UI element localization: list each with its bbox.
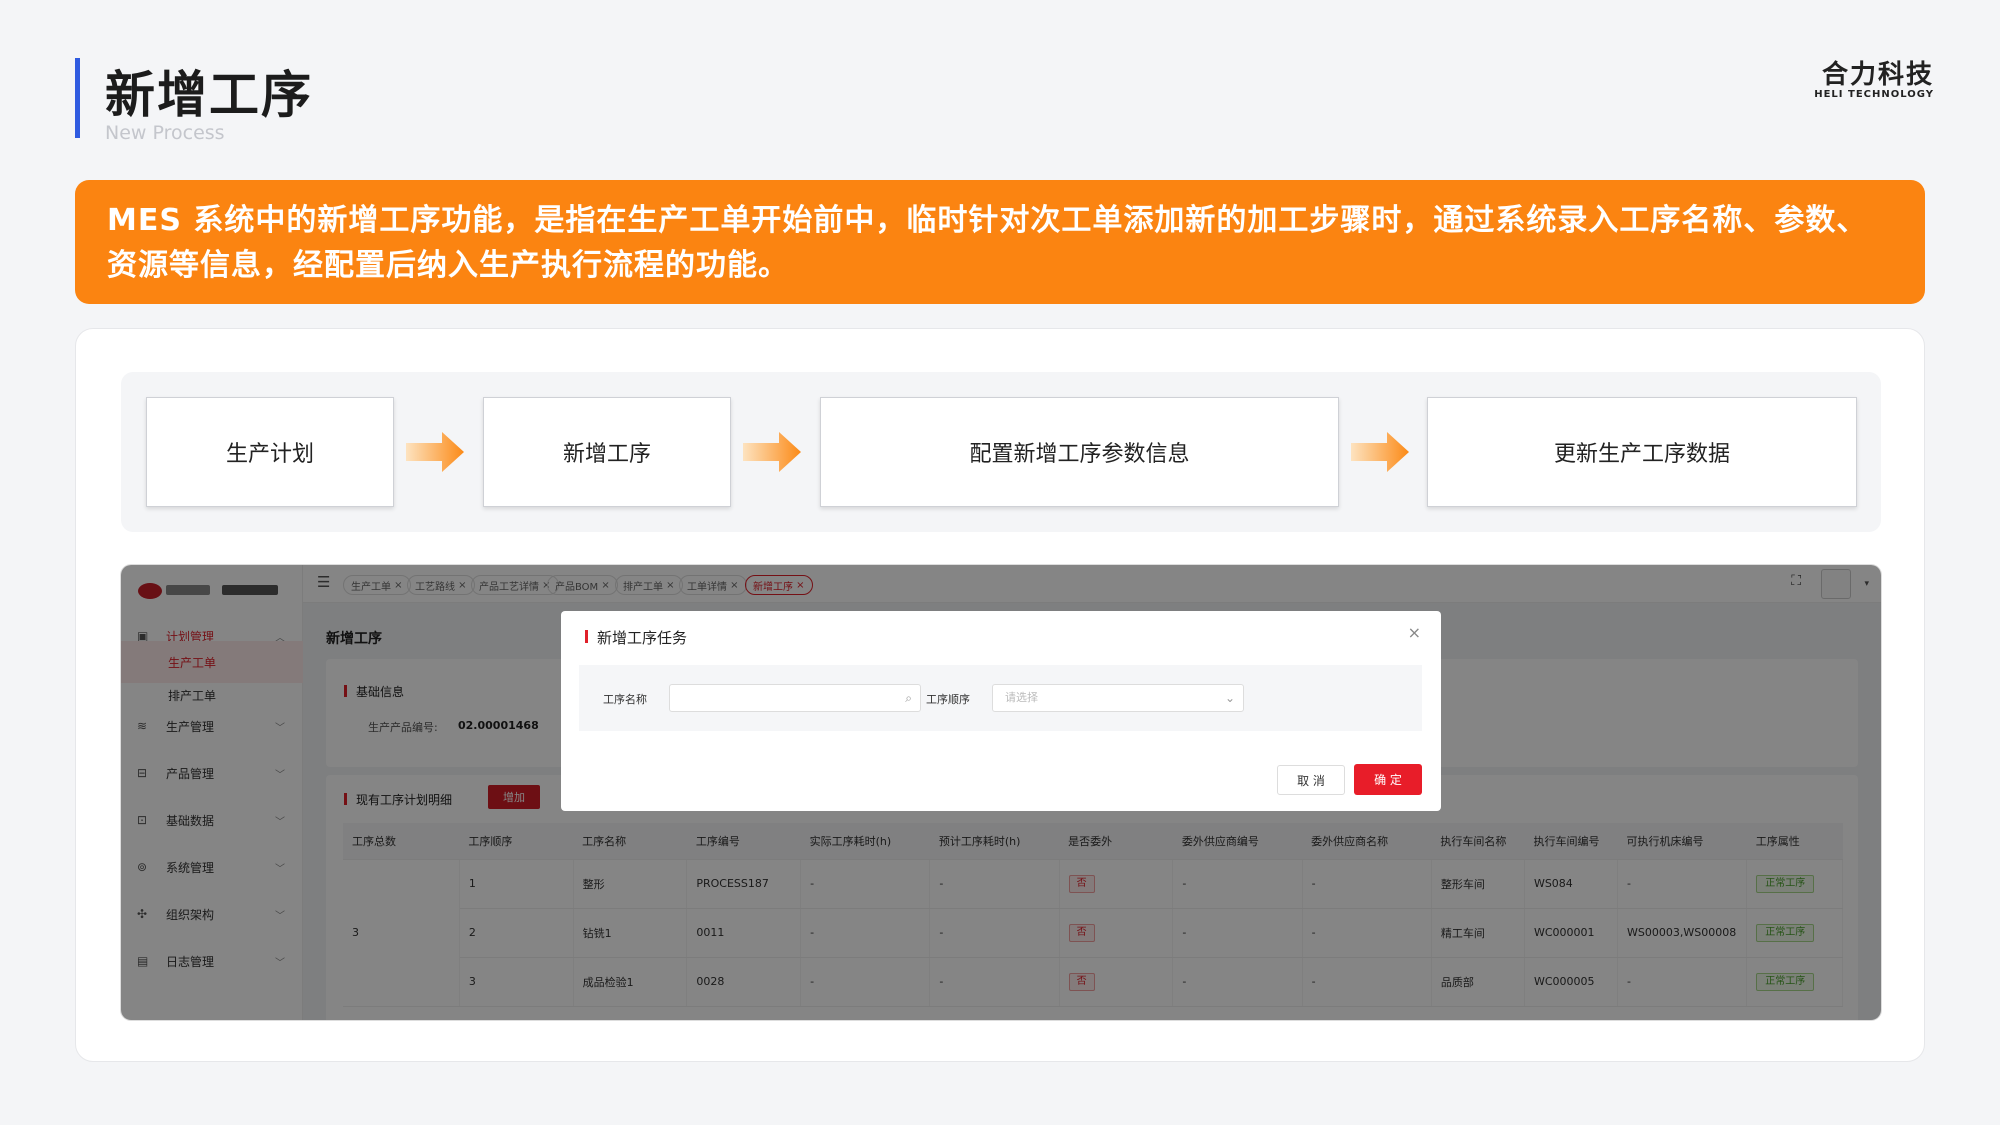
close-icon[interactable]: × [1408, 623, 1421, 642]
title-accent-bar [75, 58, 80, 138]
flow-step-plan: 生产计划 [146, 397, 394, 507]
description-banner: MES 系统中的新增工序功能，是指在生产工单开始前中，临时针对次工单添加新的加工… [75, 180, 1925, 304]
arrow-right-icon [406, 432, 464, 472]
arrow-right-icon [743, 432, 801, 472]
page-title: 新增工序 [105, 66, 313, 124]
process-order-select[interactable]: 请选择 ⌄ [992, 684, 1244, 712]
app-screenshot: ▣ 计划管理 ︿ 生产工单 排产工单 ≋ 生产管理 ﹀ ⊟ 产品管理 ﹀ ⊡ 基… [121, 565, 1881, 1020]
logo-en-text: HELI TECHNOLOGY [1814, 89, 1934, 100]
flow-step-config: 配置新增工序参数信息 [820, 397, 1339, 507]
add-process-dialog: 新增工序任务 × 工序名称 ⌕ 工序顺序 请选择 ⌄ 取 消 确 定 [561, 611, 1441, 811]
flow-step-update: 更新生产工序数据 [1427, 397, 1857, 507]
chevron-down-icon: ⌄ [1224, 691, 1235, 705]
slide: 新增工序 New Process 合力科技 HELI TECHNOLOGY ME… [0, 0, 2000, 1125]
process-flow: 生产计划 新增工序 配置新增工序参数信息 更新生产工序数据 [121, 372, 1881, 532]
process-name-label: 工序名称 [603, 693, 647, 706]
process-name-input[interactable]: ⌕ [669, 684, 921, 712]
page-subtitle: New Process [105, 122, 225, 144]
cancel-button[interactable]: 取 消 [1277, 765, 1345, 795]
select-placeholder: 请选择 [1005, 691, 1038, 704]
flow-step-add: 新增工序 [483, 397, 731, 507]
confirm-button[interactable]: 确 定 [1354, 764, 1422, 795]
arrow-right-icon [1351, 432, 1409, 472]
dialog-title: 新增工序任务 [585, 627, 687, 648]
logo-cn-text: 合力科技 [1821, 60, 1934, 90]
dialog-form: 工序名称 ⌕ 工序顺序 请选择 ⌄ [579, 665, 1422, 731]
content-card: 生产计划 新增工序 配置新增工序参数信息 更新生产工序数据 ▣ 计划管理 ︿ 生… [75, 328, 1925, 1062]
process-order-label: 工序顺序 [926, 693, 970, 706]
company-logo: 合力科技 HELI TECHNOLOGY [1814, 54, 1934, 100]
search-icon: ⌕ [905, 691, 912, 705]
